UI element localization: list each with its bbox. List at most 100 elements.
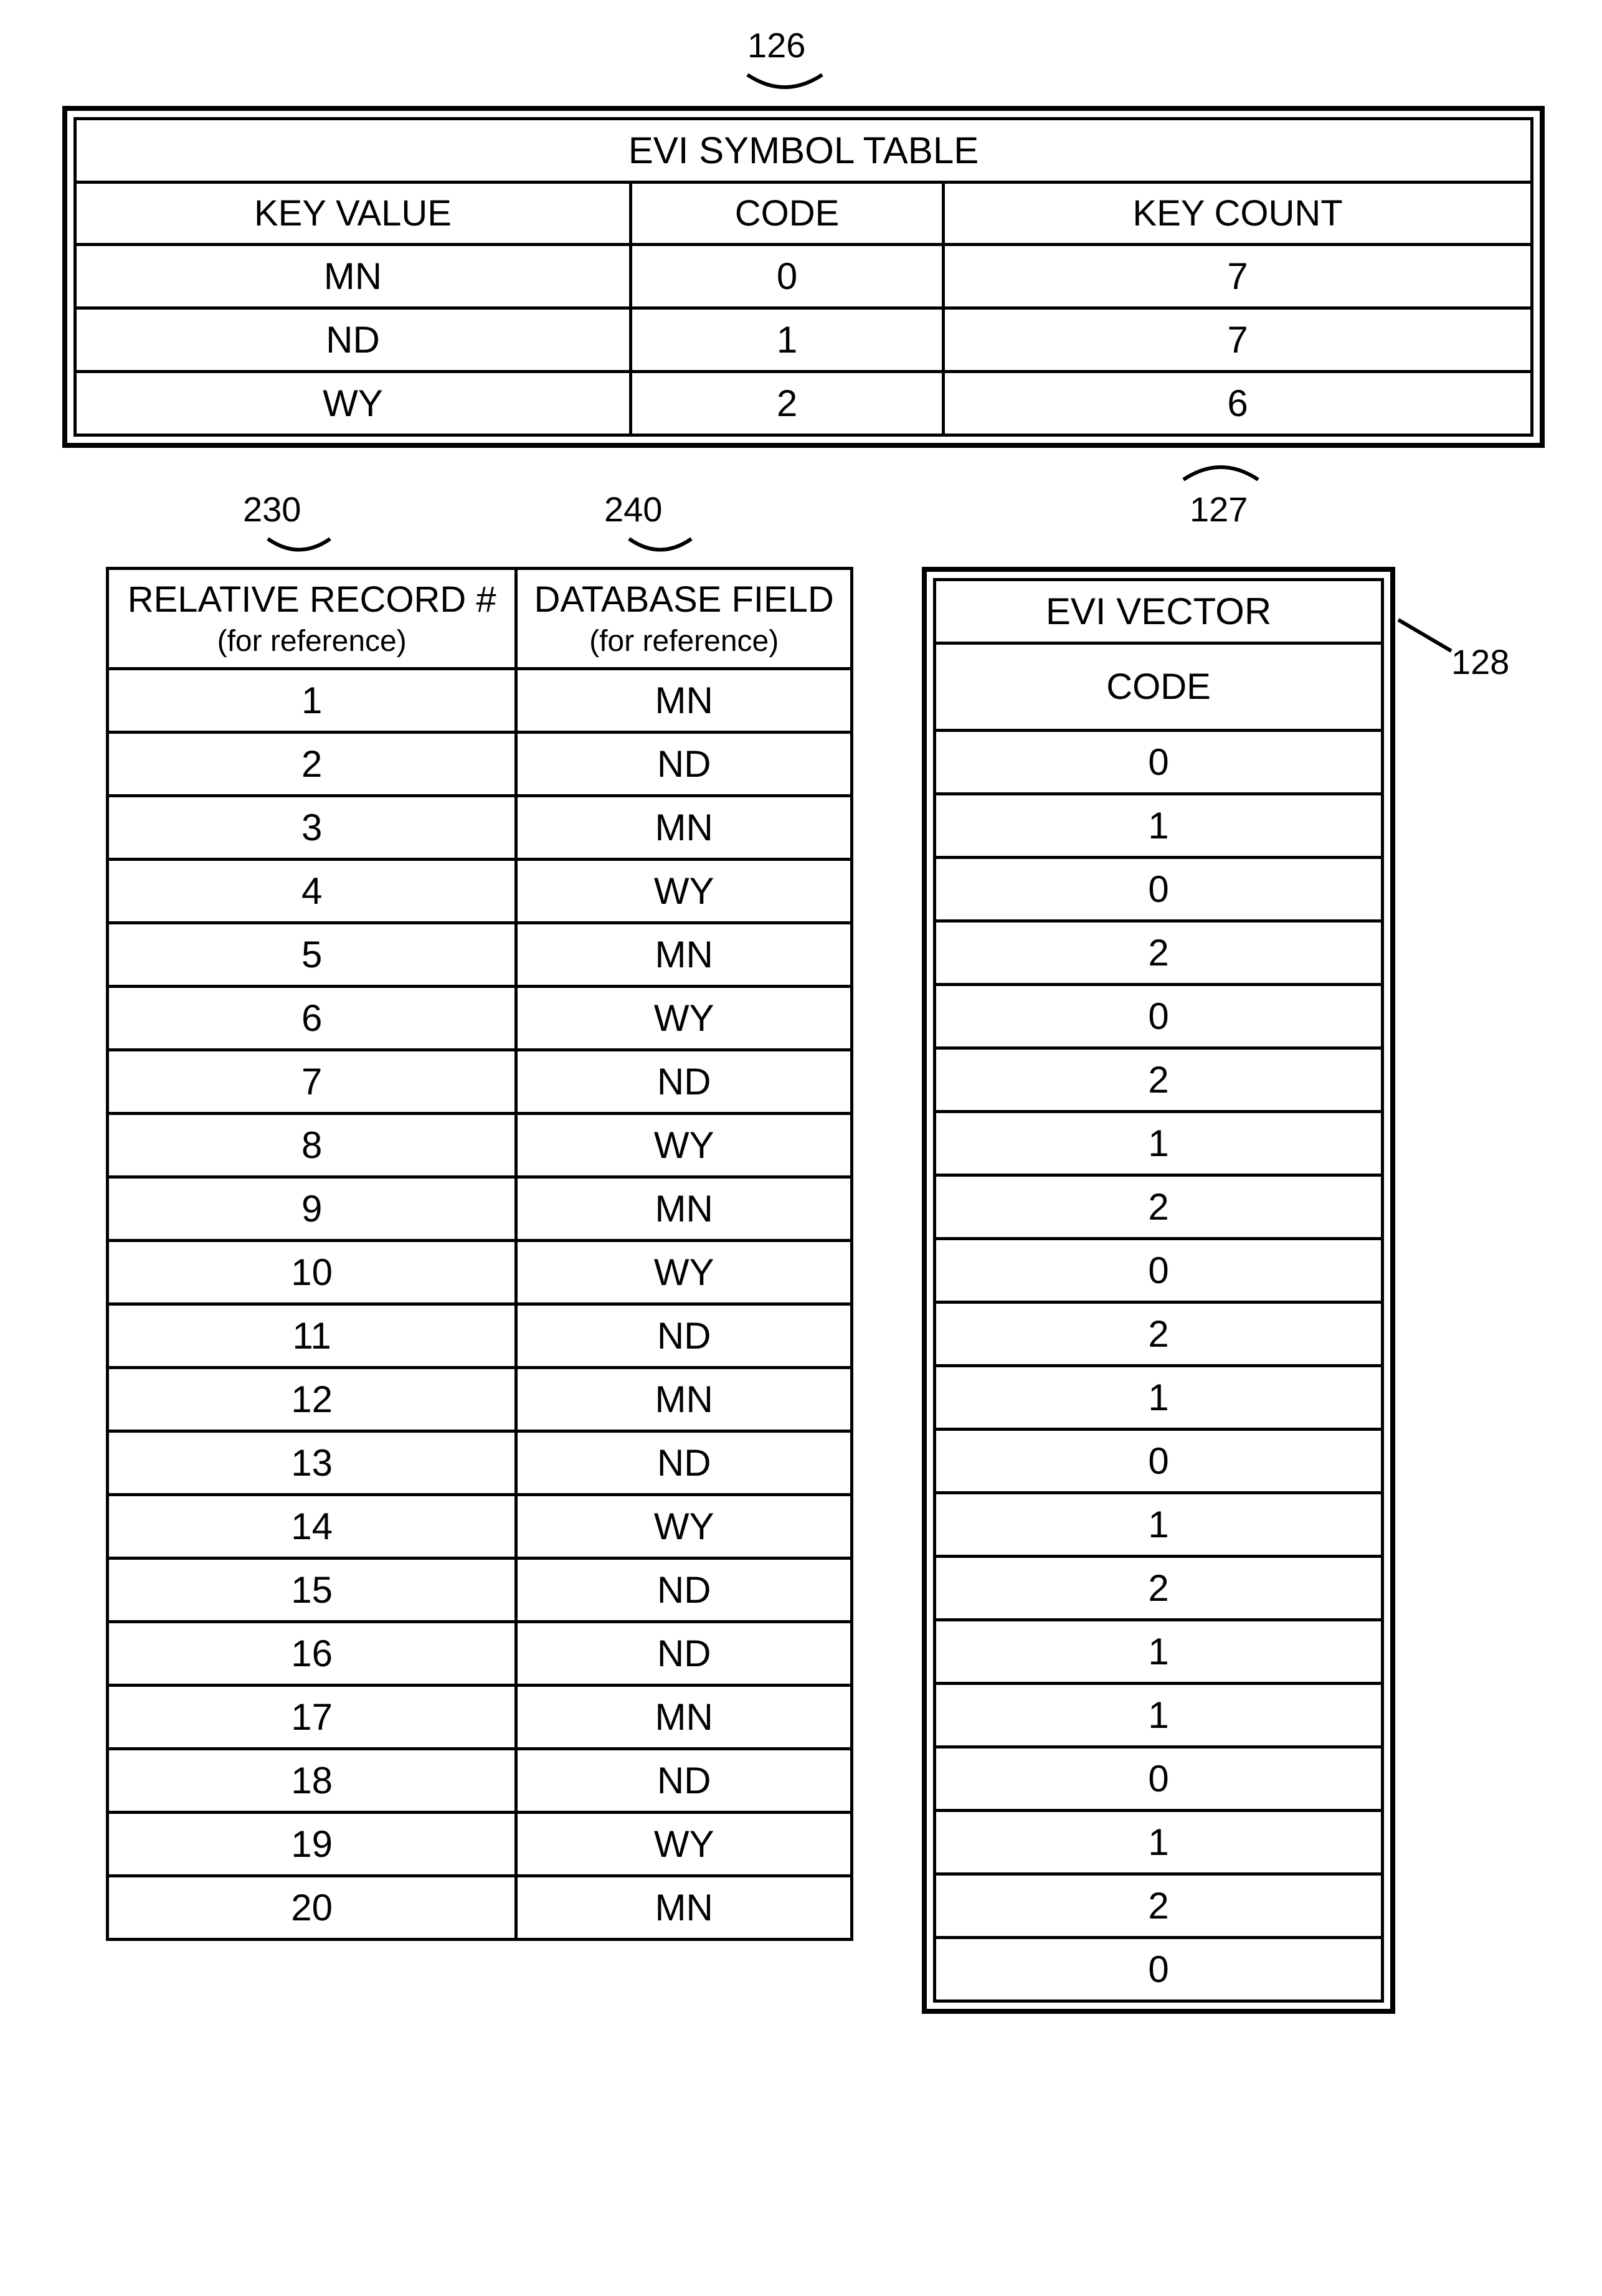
table-cell: 2 <box>108 733 516 796</box>
table-cell: 0 <box>935 1938 1383 2001</box>
table-cell: ND <box>516 1558 852 1622</box>
table-row: 2 <box>935 1048 1383 1112</box>
table-cell: 0 <box>935 1239 1383 1302</box>
diagram-canvas: 126 EVI SYMBOL TABLE KEY VALUE CODE KEY … <box>25 25 1582 2267</box>
table-row: 1 <box>935 1620 1383 1684</box>
table-row: 6WY <box>108 987 852 1050</box>
table-row: 0 <box>935 1747 1383 1811</box>
table-row: 17MN <box>108 1686 852 1749</box>
table-row: 12MN <box>108 1368 852 1431</box>
table-cell: 1 <box>935 1493 1383 1557</box>
record-header-col2-sub: (for reference) <box>524 624 844 658</box>
symbol-table-frame: EVI SYMBOL TABLE KEY VALUE CODE KEY COUN… <box>62 106 1545 448</box>
table-cell: 20 <box>108 1876 516 1940</box>
symbol-table: EVI SYMBOL TABLE KEY VALUE CODE KEY COUN… <box>73 117 1533 437</box>
table-row: 15ND <box>108 1558 852 1622</box>
table-cell: 17 <box>108 1686 516 1749</box>
table-cell: ND <box>516 733 852 796</box>
table-row: WY26 <box>75 372 1532 435</box>
table-row: 1 <box>935 794 1383 858</box>
vector-table-title: EVI VECTOR <box>935 580 1383 643</box>
vector-table-subtitle: CODE <box>935 643 1383 731</box>
table-row: MN07 <box>75 245 1532 308</box>
table-cell: WY <box>516 860 852 923</box>
symbol-table-title: EVI SYMBOL TABLE <box>75 119 1532 183</box>
table-cell: 1 <box>935 794 1383 858</box>
table-cell: MN <box>516 1686 852 1749</box>
table-row: 11ND <box>108 1304 852 1368</box>
table-cell: ND <box>516 1050 852 1114</box>
ref-126: 126 <box>747 25 805 65</box>
table-cell: 0 <box>935 1747 1383 1811</box>
table-cell: 12 <box>108 1368 516 1431</box>
table-row: 19WY <box>108 1813 852 1876</box>
table-cell: ND <box>516 1304 852 1368</box>
table-row: 0 <box>935 858 1383 921</box>
ref-128: 128 <box>1451 642 1509 682</box>
table-cell: WY <box>516 987 852 1050</box>
table-row: 2 <box>935 1175 1383 1239</box>
table-row: 0 <box>935 985 1383 1048</box>
table-cell: 11 <box>108 1304 516 1368</box>
table-row: 0 <box>935 1938 1383 2001</box>
symbol-header-key: KEY VALUE <box>75 183 631 245</box>
table-cell: 0 <box>935 1430 1383 1493</box>
vector-table: EVI VECTOR CODE 01020212021012110120 <box>933 578 1384 2003</box>
table-cell: MN <box>516 669 852 733</box>
table-cell: 1 <box>935 1112 1383 1175</box>
table-cell: 2 <box>935 1048 1383 1112</box>
table-cell: MN <box>516 1177 852 1241</box>
table-cell: 19 <box>108 1813 516 1876</box>
table-row: 7ND <box>108 1050 852 1114</box>
table-row: 0 <box>935 1430 1383 1493</box>
table-cell: 2 <box>935 1874 1383 1938</box>
table-row: 18ND <box>108 1749 852 1813</box>
table-cell: MN <box>516 1876 852 1940</box>
brace-127 <box>1177 448 1264 486</box>
table-row: 20MN <box>108 1876 852 1940</box>
table-cell: MN <box>516 796 852 860</box>
table-row: 1 <box>935 1493 1383 1557</box>
table-cell: 1 <box>935 1366 1383 1430</box>
table-cell: WY <box>75 372 631 435</box>
table-cell: 4 <box>108 860 516 923</box>
table-cell: 8 <box>108 1114 516 1177</box>
table-cell: 14 <box>108 1495 516 1558</box>
table-row: 9MN <box>108 1177 852 1241</box>
table-row: 0 <box>935 1239 1383 1302</box>
table-cell: ND <box>75 308 631 372</box>
table-cell: 1 <box>935 1620 1383 1684</box>
table-cell: 2 <box>935 921 1383 985</box>
table-cell: 7 <box>944 308 1532 372</box>
table-row: 8WY <box>108 1114 852 1177</box>
table-cell: WY <box>516 1241 852 1304</box>
table-cell: 2 <box>630 372 943 435</box>
table-cell: 5 <box>108 923 516 987</box>
table-row: 0 <box>935 731 1383 794</box>
table-cell: MN <box>516 923 852 987</box>
table-cell: 7 <box>108 1050 516 1114</box>
record-table: RELATIVE RECORD # (for reference) DATABA… <box>106 567 853 1941</box>
table-cell: WY <box>516 1495 852 1558</box>
brace-240 <box>623 533 698 564</box>
table-cell: 1 <box>935 1684 1383 1747</box>
record-header-col2-main: DATABASE FIELD <box>534 579 834 620</box>
table-cell: 13 <box>108 1431 516 1495</box>
record-header-col1-main: RELATIVE RECORD # <box>128 579 496 620</box>
table-row: 3MN <box>108 796 852 860</box>
symbol-header-count: KEY COUNT <box>944 183 1532 245</box>
table-cell: 6 <box>944 372 1532 435</box>
ref-240: 240 <box>604 489 662 529</box>
table-row: 13ND <box>108 1431 852 1495</box>
table-cell: 16 <box>108 1622 516 1686</box>
table-cell: 0 <box>935 985 1383 1048</box>
table-row: 4WY <box>108 860 852 923</box>
table-row: 10WY <box>108 1241 852 1304</box>
ref-127: 127 <box>1190 489 1248 529</box>
table-row: 1 <box>935 1112 1383 1175</box>
table-row: ND17 <box>75 308 1532 372</box>
table-row: 2 <box>935 921 1383 985</box>
table-cell: 9 <box>108 1177 516 1241</box>
table-cell: ND <box>516 1431 852 1495</box>
table-row: 2ND <box>108 733 852 796</box>
